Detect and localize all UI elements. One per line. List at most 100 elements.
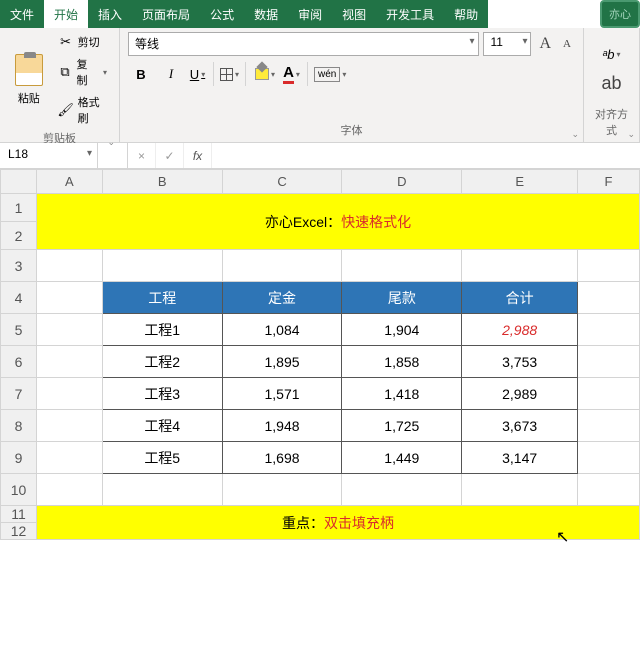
cell[interactable] xyxy=(342,474,462,506)
row-header[interactable]: 6 xyxy=(1,346,37,378)
cell[interactable] xyxy=(36,378,102,410)
col-header[interactable]: B xyxy=(102,170,222,194)
table-cell[interactable]: 1,904 xyxy=(342,314,462,346)
table-cell-sum[interactable]: 3,753 xyxy=(462,346,578,378)
table-cell-sum[interactable]: 2,989 xyxy=(462,378,578,410)
orientation-button[interactable]: ᵃb xyxy=(599,43,625,67)
font-size-select[interactable]: 11 xyxy=(483,32,531,56)
formula-input[interactable] xyxy=(212,143,640,168)
table-header-dep[interactable]: 定金 xyxy=(222,282,342,314)
footer-banner[interactable]: 重点：双击填充柄 xyxy=(36,506,639,540)
cell[interactable] xyxy=(578,442,640,474)
tab-review[interactable]: 审阅 xyxy=(288,0,332,28)
table-cell-sum[interactable]: 3,673 xyxy=(462,410,578,442)
copy-button[interactable]: ⧉复制▾ xyxy=(54,54,111,90)
tab-layout[interactable]: 页面布局 xyxy=(132,0,200,28)
wrap-text-button[interactable]: ab xyxy=(601,73,621,94)
table-cell[interactable]: 1,571 xyxy=(222,378,342,410)
cell[interactable] xyxy=(36,410,102,442)
tab-help[interactable]: 帮助 xyxy=(444,0,488,28)
cell[interactable] xyxy=(578,474,640,506)
tab-dev[interactable]: 开发工具 xyxy=(376,0,444,28)
col-header[interactable]: C xyxy=(222,170,342,194)
font-name-select[interactable]: 等线 xyxy=(128,32,479,56)
select-all-corner[interactable] xyxy=(1,170,37,194)
row-header[interactable]: 8 xyxy=(1,410,37,442)
table-cell[interactable]: 1,084 xyxy=(222,314,342,346)
italic-button[interactable]: I xyxy=(158,62,184,86)
cell[interactable] xyxy=(462,250,578,282)
row-header[interactable]: 1 xyxy=(1,194,37,222)
col-header[interactable]: E xyxy=(462,170,578,194)
table-cell-sum[interactable]: 3,147 xyxy=(462,442,578,474)
tab-formula[interactable]: 公式 xyxy=(200,0,244,28)
tab-file[interactable]: 文件 xyxy=(0,0,44,28)
row-header[interactable]: 9 xyxy=(1,442,37,474)
phonetic-button[interactable]: wén xyxy=(314,62,346,86)
format-painter-button[interactable]: 🖌格式刷 xyxy=(54,92,111,128)
col-header[interactable]: D xyxy=(342,170,462,194)
title-banner[interactable]: 亦心Excel：快速格式化 xyxy=(36,194,639,250)
accept-formula-button[interactable]: ✓ xyxy=(156,143,184,168)
cell[interactable] xyxy=(36,474,102,506)
table-cell[interactable]: 1,858 xyxy=(342,346,462,378)
name-box[interactable]: L18 xyxy=(0,143,98,168)
row-header[interactable]: 5 xyxy=(1,314,37,346)
fx-button[interactable]: fx xyxy=(184,143,212,168)
row-header[interactable]: 10 xyxy=(1,474,37,506)
row-header[interactable]: 2 xyxy=(1,222,37,250)
table-header-tot[interactable]: 合计 xyxy=(462,282,578,314)
grid-table[interactable]: A B C D E F 1 亦心Excel：快速格式化 2 3 4 工程 定金 … xyxy=(0,169,640,540)
table-cell[interactable]: 1,895 xyxy=(222,346,342,378)
table-cell[interactable]: 1,698 xyxy=(222,442,342,474)
cell[interactable] xyxy=(102,474,222,506)
cell[interactable] xyxy=(578,410,640,442)
cell[interactable] xyxy=(36,442,102,474)
cut-button[interactable]: ✂剪切 xyxy=(54,32,111,52)
font-color-button[interactable]: A xyxy=(282,62,308,86)
cell[interactable] xyxy=(36,282,102,314)
cell[interactable] xyxy=(578,378,640,410)
table-cell[interactable]: 工程5 xyxy=(102,442,222,474)
cell[interactable] xyxy=(578,346,640,378)
table-header-bal[interactable]: 尾款 xyxy=(342,282,462,314)
table-cell[interactable]: 工程2 xyxy=(102,346,222,378)
tab-view[interactable]: 视图 xyxy=(332,0,376,28)
table-cell[interactable]: 工程3 xyxy=(102,378,222,410)
table-cell[interactable]: 工程4 xyxy=(102,410,222,442)
cell[interactable] xyxy=(342,250,462,282)
paste-button[interactable]: 粘贴 xyxy=(8,32,50,128)
cell[interactable] xyxy=(462,474,578,506)
increase-font-button[interactable]: A xyxy=(535,33,555,55)
bold-button[interactable]: B xyxy=(128,62,154,86)
border-button[interactable] xyxy=(220,62,246,86)
table-header-proj[interactable]: 工程 xyxy=(102,282,222,314)
col-header[interactable]: F xyxy=(578,170,640,194)
decrease-font-button[interactable]: A xyxy=(559,36,575,52)
col-header[interactable]: A xyxy=(36,170,102,194)
cell[interactable] xyxy=(102,250,222,282)
tab-home[interactable]: 开始 xyxy=(44,0,88,28)
row-header[interactable]: 3 xyxy=(1,250,37,282)
table-cell[interactable]: 1,948 xyxy=(222,410,342,442)
table-cell[interactable]: 1,418 xyxy=(342,378,462,410)
cell[interactable] xyxy=(578,282,640,314)
table-cell-sum[interactable]: 2,988 xyxy=(462,314,578,346)
row-header[interactable]: 11 xyxy=(1,506,37,523)
fill-color-button[interactable] xyxy=(252,62,278,86)
cell[interactable] xyxy=(578,314,640,346)
tab-data[interactable]: 数据 xyxy=(244,0,288,28)
table-cell[interactable]: 工程1 xyxy=(102,314,222,346)
underline-button[interactable]: U xyxy=(188,62,214,86)
row-header[interactable]: 4 xyxy=(1,282,37,314)
table-cell[interactable]: 1,725 xyxy=(342,410,462,442)
cell[interactable] xyxy=(36,346,102,378)
cell[interactable] xyxy=(222,250,342,282)
cancel-formula-button[interactable]: × xyxy=(128,143,156,168)
row-header[interactable]: 7 xyxy=(1,378,37,410)
tab-insert[interactable]: 插入 xyxy=(88,0,132,28)
cell[interactable] xyxy=(36,314,102,346)
cell[interactable] xyxy=(36,250,102,282)
cell[interactable] xyxy=(578,250,640,282)
table-cell[interactable]: 1,449 xyxy=(342,442,462,474)
